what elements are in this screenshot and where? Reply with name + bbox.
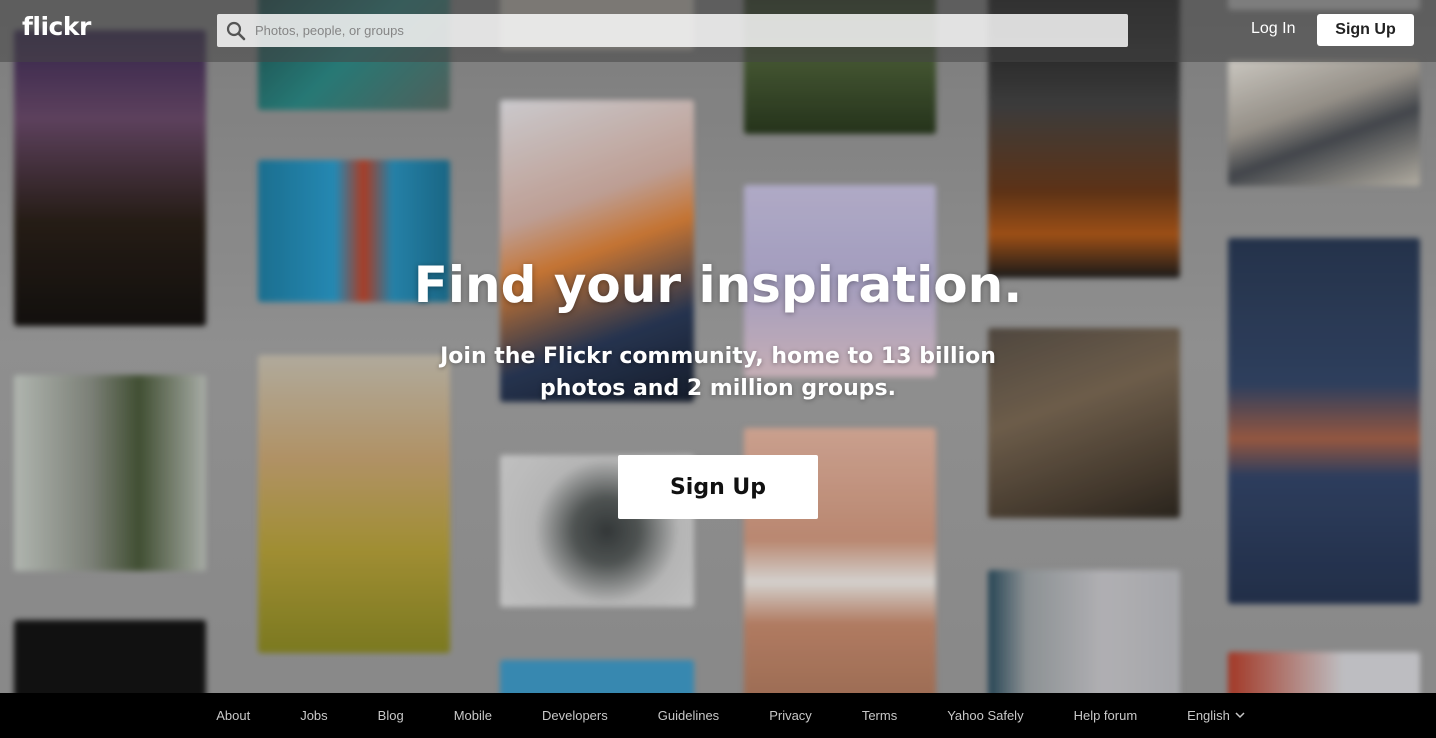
language-selector[interactable]: English [1187, 708, 1245, 723]
login-link[interactable]: Log In [1251, 20, 1295, 38]
footer-link-guidelines[interactable]: Guidelines [658, 708, 719, 723]
footer-link-help-forum[interactable]: Help forum [1074, 708, 1138, 723]
footer-link-about[interactable]: About [216, 708, 250, 723]
footer-link-blog[interactable]: Blog [378, 708, 404, 723]
language-label: English [1187, 708, 1230, 723]
footer-link-yahoo-safely[interactable]: Yahoo Safely [947, 708, 1023, 723]
footer-link-terms[interactable]: Terms [862, 708, 897, 723]
hero-signup-button[interactable]: Sign Up [618, 455, 818, 519]
footer-link-developers[interactable]: Developers [542, 708, 608, 723]
footer-link-jobs[interactable]: Jobs [300, 708, 327, 723]
footer-link-privacy[interactable]: Privacy [769, 708, 812, 723]
footer-link-mobile[interactable]: Mobile [454, 708, 492, 723]
header-signup-button[interactable]: Sign Up [1317, 14, 1414, 46]
chevron-down-icon [1235, 712, 1245, 719]
hero-title: Find your inspiration. [413, 256, 1023, 314]
hero-subtitle: Join the Flickr community, home to 13 bi… [440, 344, 996, 401]
search-box[interactable] [217, 14, 1128, 47]
top-navigation-bar: flickr Log In Sign Up [0, 0, 1436, 62]
search-icon[interactable] [217, 14, 255, 47]
search-input[interactable] [255, 14, 1128, 47]
flickr-logo[interactable]: flickr [22, 12, 91, 41]
footer: About Jobs Blog Mobile Developers Guidel… [0, 693, 1436, 738]
